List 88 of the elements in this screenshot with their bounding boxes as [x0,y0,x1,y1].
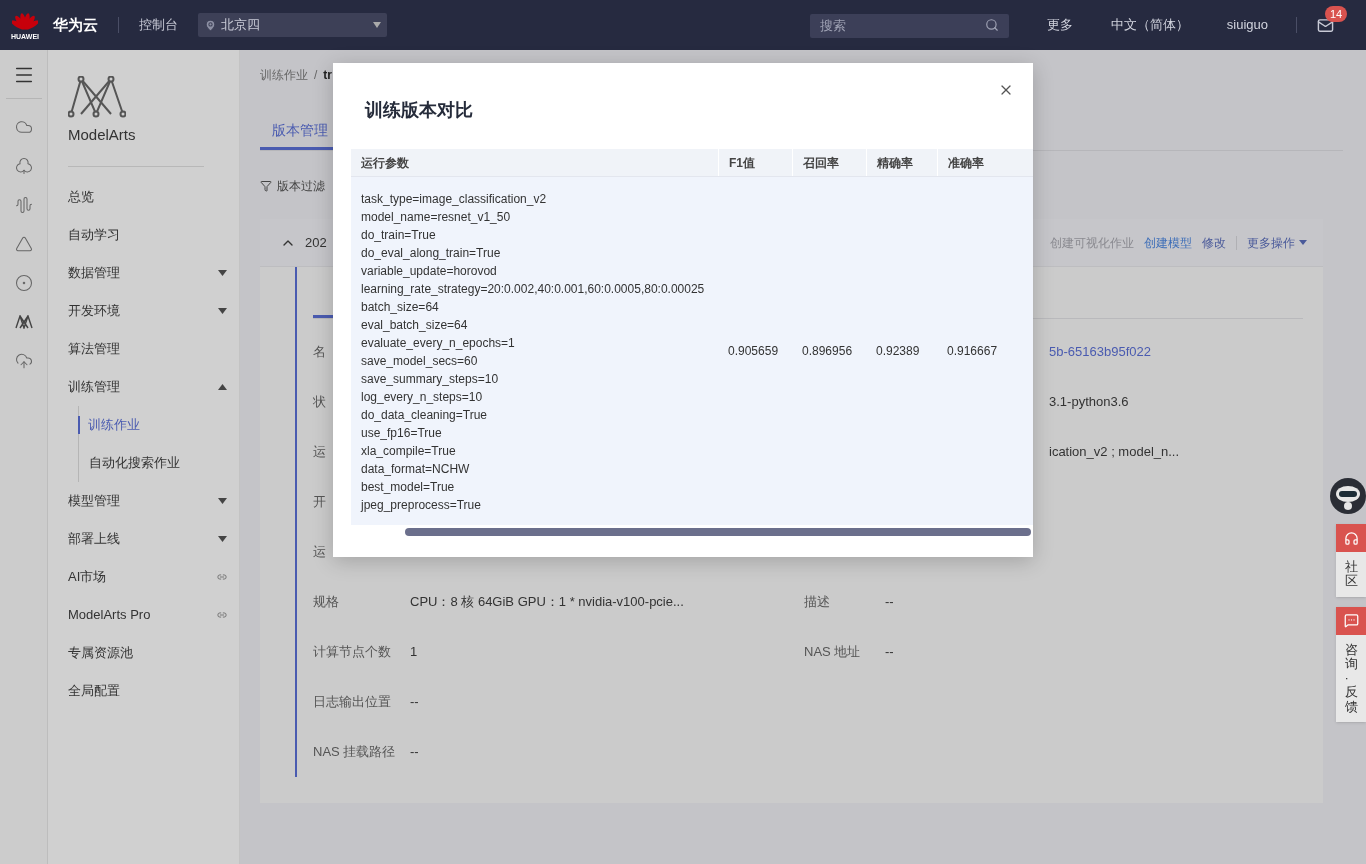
filter-icon [260,180,272,192]
field-value: ication_v2 ; model_n... [1049,443,1180,462]
search-icon [984,18,999,32]
sidebar-subitem[interactable]: 训练作业 [78,415,140,434]
column-header: 准确率 [937,149,1033,176]
scrollbar[interactable] [405,528,1031,536]
chat-icon [1343,613,1359,629]
filter-link[interactable]: 版本过滤 [277,177,325,195]
sidebar-subitem[interactable]: 自动化搜索作业 [79,453,180,472]
field-value: -- [885,643,894,662]
community-button[interactable]: 社区 [1336,524,1366,597]
location-pin-icon [204,18,217,32]
search-field[interactable]: 搜索 [809,13,1009,38]
sidebar-item[interactable]: 自动学习 [68,215,227,254]
field-label: 日志输出位置 [313,693,392,712]
action-link[interactable]: 更多操作 [1247,233,1307,252]
sidebar-item[interactable]: 全局配置 [68,671,227,710]
field-label: 状 [313,393,327,412]
caret-down-icon [218,497,227,504]
m-logo-icon[interactable] [14,314,33,329]
sidebar-item[interactable]: 算法管理 [68,329,227,368]
table-cell-text: 0.905659 [728,343,779,360]
sidebar-item[interactable]: 开发环境 [68,291,227,330]
action-link[interactable]: 修改 [1202,233,1226,252]
sidebar-item[interactable]: ModelArts Pro [68,595,227,634]
column-header: 精确率 [866,149,937,176]
caret-icon [1299,240,1307,245]
caret-icon [373,22,381,28]
field-value: CPU：8 核 64GiB GPU：1 * nvidia-v100-pcie... [410,593,685,612]
triangle-icon[interactable] [14,234,33,253]
region-select[interactable]: 北京四 [198,13,387,37]
field-label: 规格 [313,593,340,612]
waveform-icon[interactable] [14,195,33,214]
field-link[interactable]: 5b-65163b95f022 [1049,342,1151,362]
caret-down-icon [218,307,227,314]
dialog-title: 训练版本对比 [365,99,473,122]
field-label: NAS 挂载路径 [313,743,397,762]
sidebar-item[interactable]: 模型管理 [68,481,227,520]
field-label: 计算节点个数 [313,643,392,662]
notification-count: 14 [1325,5,1348,22]
mail-icon[interactable] [1317,16,1334,34]
club-icon[interactable] [14,156,33,175]
field-label: 运 [313,443,327,462]
field-label: 运 [313,543,327,562]
breadcrumb-separator: / [314,67,318,84]
cloud-upload-icon[interactable] [14,351,33,370]
network-logo-icon [68,76,126,118]
field-label: NAS 地址 [804,643,862,662]
breadcrumb-current: tr [323,67,332,84]
table-cell-text: 0.92389 [876,343,920,360]
header-link[interactable]: siuiguo [1226,15,1268,35]
sidebar-item[interactable]: 部署上线 [68,519,227,558]
field-value: -- [410,743,420,762]
link-icon [217,609,227,620]
console-link[interactable]: 控制台 [139,15,178,35]
caret-up-icon [218,383,227,390]
caret-down-icon [218,535,227,542]
table-cell-text: 0.896956 [802,343,853,360]
version-title: 202 [305,233,327,252]
field-label: 描述 [804,593,831,612]
headset-icon [1343,530,1359,546]
circle-icon[interactable] [14,273,33,292]
column-header: 召回率 [792,149,866,176]
field-label: 开 [313,493,327,512]
header-link[interactable]: 更多 [1046,15,1073,35]
breadcrumb-link[interactable]: 训练作业 [260,66,308,84]
caret-down-icon [218,269,227,276]
sidebar-item[interactable]: 训练管理 [68,367,227,406]
table-cell-text: 0.916667 [947,343,998,360]
link-icon [217,571,227,582]
robot-avatar-icon[interactable] [1330,478,1366,514]
column-header: 运行参数 [360,154,410,172]
field-value: 3.1-python3.6 [1049,393,1129,412]
sidebar-item[interactable]: 总览 [68,177,227,216]
field-value: 1 [410,643,419,662]
field-label: 名 [313,343,327,362]
column-header: F1值 [718,149,792,176]
field-value: -- [885,593,894,612]
flower-logo-icon [12,10,38,31]
brand-name: 华为云 [53,14,98,35]
sidebar-item[interactable]: 专属资源池 [68,633,227,672]
sidebar-item[interactable]: AI市场 [68,557,227,596]
field-value: -- [410,693,420,712]
table-cell-text: task_type=image_classification_v2 model_name=resnet_v1_50 do_train=True do_eval_along_train=True variable_update=horovod learning_rate_strategy=20:0.002,40:0.001,60:0.0005,80:0.00025 batch_size=64 eval_batch_size=64 evaluate_every_n_epochs=1 save_model_secs=60 save_summary_steps=10 log_every_n_steps=10 do_data_cleaning=True use_fp16=True xla_compile=True data_format=NCHW best_model=True jpeg_preprocess=True [359,191,706,514]
sidebar-item[interactable]: 数据管理 [68,253,227,292]
header-link[interactable]: 中文（简体） [1110,15,1189,35]
product-name: ModelArts [68,125,137,145]
feedback-button[interactable]: 咨询·反馈 [1336,606,1366,723]
